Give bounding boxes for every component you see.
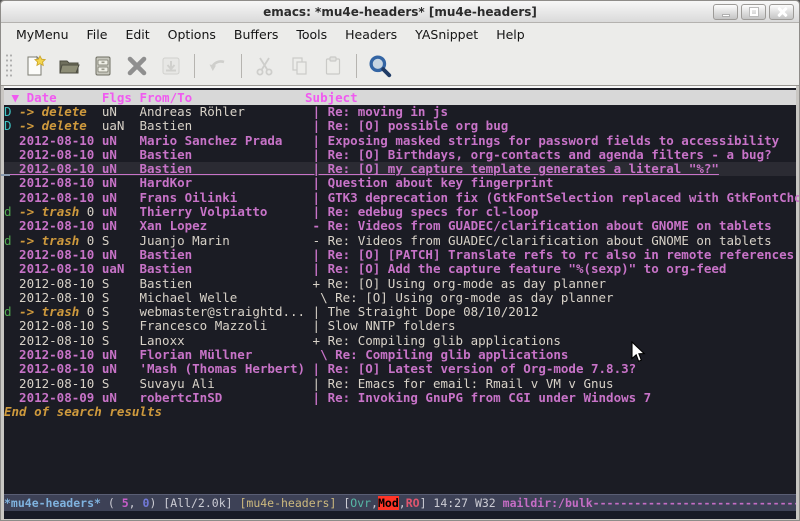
message-row[interactable]: 2012-08-10 S Bastien + Re: [O] Using org… [4,277,796,291]
mu4e-headers-buffer: ▼ Date Flgs From/To Subject D -> delete … [1,86,799,519]
message-row[interactable]: 2012-08-09 uN robertcInSD | Re: Invoking… [4,391,796,405]
close-x-icon [125,54,149,78]
headers-column-row: ▼ Date Flgs From/To Subject [4,90,796,105]
tool-bar [1,46,799,86]
maximize-icon [750,8,758,16]
close-buffer-button[interactable] [121,50,153,82]
new-file-icon [23,54,47,78]
toolbar-separator [194,54,195,78]
menu-yasnippet[interactable]: YASnippet [406,25,487,44]
message-row[interactable]: 2012-08-10 S Lanoxx + Re: Compiling glib… [4,334,796,348]
message-row[interactable]: 2012-08-10 S Michael Welle \ Re: [O] Usi… [4,291,796,305]
empty-buffer-space [4,420,796,494]
message-row[interactable]: 2012-08-10 S Francesco Mazzoli | Slow NN… [4,319,796,333]
message-row[interactable]: 2012-08-10 uN Bastien | Re: [O] [PATCH] … [4,248,796,262]
paste-button[interactable] [317,50,349,82]
undo-icon [206,54,230,78]
close-button[interactable] [769,4,794,20]
menu-buffers[interactable]: Buffers [225,25,287,44]
copy-icon [287,54,311,78]
window-title: emacs: *mu4e-headers* [mu4e-headers] [1,5,799,19]
menu-file[interactable]: File [78,25,117,44]
copy-button[interactable] [283,50,315,82]
message-list: D -> delete uN Andreas Röhler | Re: movi… [4,105,796,405]
message-row[interactable]: d -> trash 0 S webmaster@straightd... | … [4,305,796,319]
search-button[interactable] [364,50,396,82]
message-row[interactable]: d -> trash 0 S Juanjo Marin - Re: Videos… [4,234,796,248]
cut-scissors-icon [253,54,277,78]
message-row[interactable]: d -> trash 0 uN Thierry Volpiatto | Re: … [4,205,796,219]
new-file-button[interactable] [19,50,51,82]
save-as-icon [159,54,183,78]
title-bar: emacs: *mu4e-headers* [mu4e-headers] [1,1,799,23]
open-folder-button[interactable] [53,50,85,82]
message-row[interactable]: 2012-08-10 uaN Bastien | Re: [O] Add the… [4,262,796,276]
message-row[interactable]: 2012-08-10 uN Florian Müllner \ Re: Comp… [4,348,796,362]
window-controls [713,4,794,20]
message-row[interactable]: 2012-08-10 S Suvayu Ali | Re: Emacs for … [4,377,796,391]
search-magnifier-icon [367,53,393,79]
open-folder-icon [57,54,81,78]
message-row[interactable]: 2012-08-10 uN Mario Sanchez Prada | Expo… [4,134,796,148]
echo-area [4,511,796,519]
message-row-current[interactable]: 2012-08-10 uN Bastien | Re: [O] my captu… [4,162,796,176]
save-drawer-button[interactable] [87,50,119,82]
menu-options[interactable]: Options [159,25,225,44]
end-of-results-marker: End of search results [4,405,796,419]
menu-tools[interactable]: Tools [287,25,336,44]
minimize-button[interactable] [713,4,738,20]
menu-help[interactable]: Help [487,25,534,44]
message-row[interactable]: D -> delete uaN Bastien | Re: [O] possib… [4,119,796,133]
toolbar-grip[interactable] [5,53,14,79]
maximize-button[interactable] [741,4,766,20]
message-row[interactable]: 2012-08-10 uN Bastien | Re: [O] Birthday… [4,148,796,162]
paste-clipboard-icon [321,54,345,78]
emacs-window: emacs: *mu4e-headers* [mu4e-headers] MyM… [0,0,800,521]
minimize-icon [722,14,730,17]
save-drawer-icon [91,54,115,78]
toolbar-separator [241,54,242,78]
close-icon [777,7,787,17]
mode-line: *mu4e-headers* ( 5, 0) [All/2.0k] [mu4e-… [4,494,796,511]
message-row[interactable]: 2012-08-10 uN HardKor | Question about k… [4,176,796,190]
message-row[interactable]: 2012-08-10 uN 'Mash (Thomas Herbert) | R… [4,362,796,376]
menu-headers[interactable]: Headers [336,25,406,44]
cut-button[interactable] [249,50,281,82]
menu-bar: MyMenu File Edit Options Buffers Tools H… [1,23,799,46]
menu-edit[interactable]: Edit [116,25,158,44]
menu-mymenu[interactable]: MyMenu [7,25,78,44]
undo-button[interactable] [202,50,234,82]
toolbar-separator [356,54,357,78]
message-row[interactable]: D -> delete uN Andreas Röhler | Re: movi… [4,105,796,119]
message-row[interactable]: 2012-08-10 uN Frans Oilinki | GTK3 depre… [4,191,796,205]
message-row[interactable]: 2012-08-10 uN Xan Lopez - Re: Videos fro… [4,219,796,233]
save-as-button[interactable] [155,50,187,82]
